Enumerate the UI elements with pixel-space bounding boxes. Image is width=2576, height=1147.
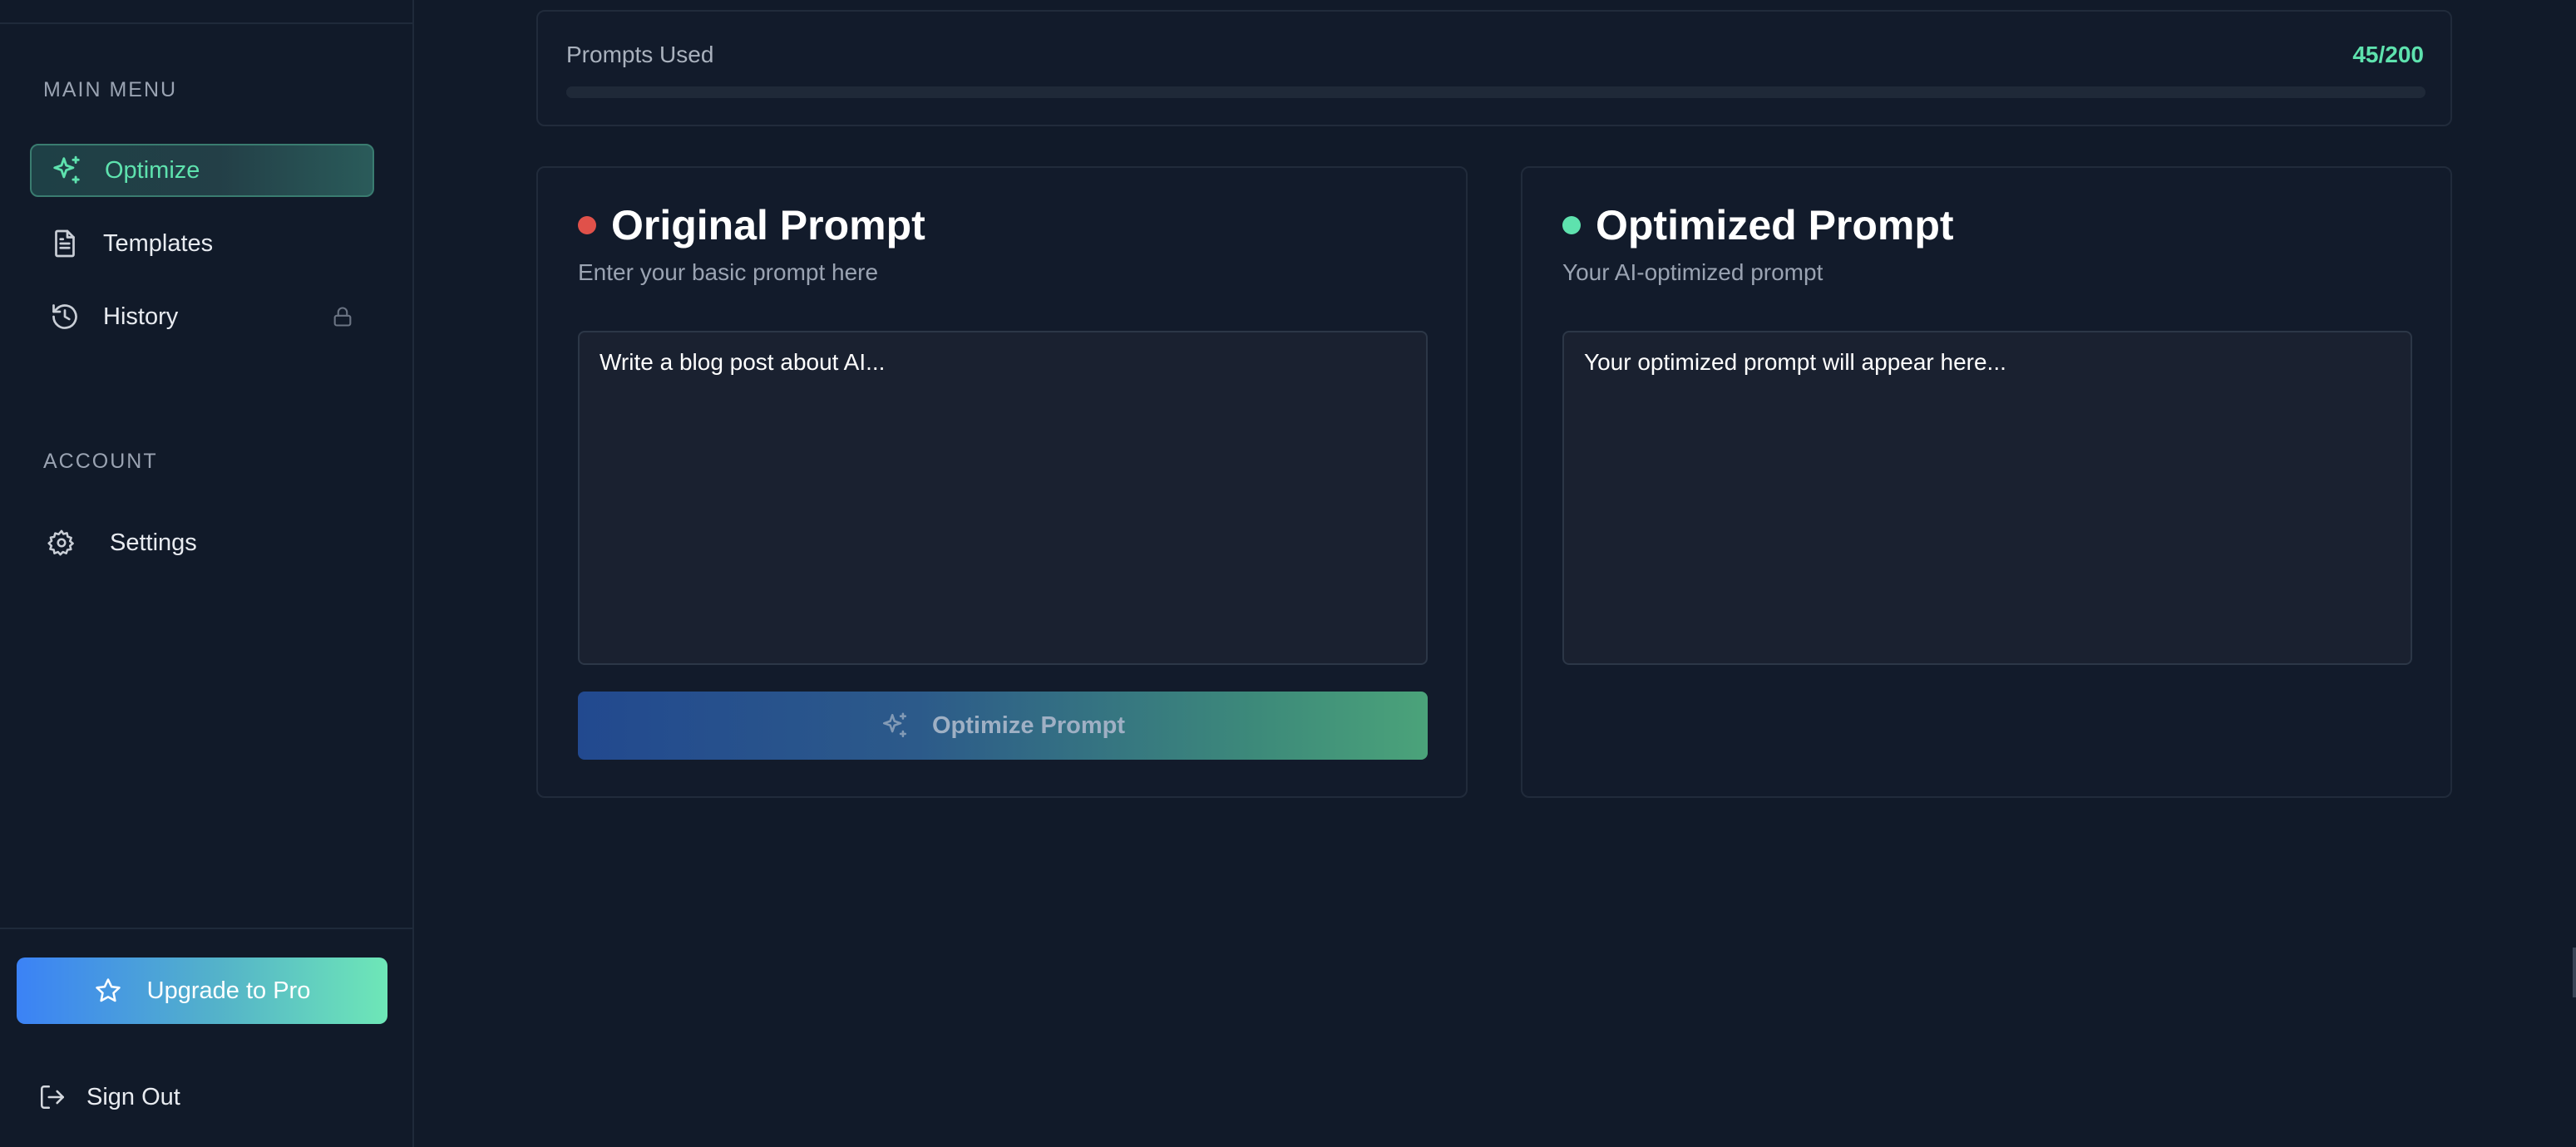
star-icon bbox=[94, 977, 122, 1005]
original-prompt-input[interactable] bbox=[578, 331, 1428, 665]
window-edge-scrollbar[interactable] bbox=[2573, 948, 2576, 997]
history-icon bbox=[48, 300, 81, 333]
original-prompt-subtitle: Enter your basic prompt here bbox=[578, 259, 879, 285]
optimized-prompt-panel: Optimized Prompt Your AI-optimized promp… bbox=[1521, 166, 2452, 798]
status-dot-green bbox=[1562, 216, 1581, 234]
sidebar-item-history[interactable]: History bbox=[30, 290, 374, 343]
sidebar: MAIN MENU Optimize Templates History ACC… bbox=[0, 0, 414, 1147]
main-menu-heading: MAIN MENU bbox=[43, 78, 178, 101]
sign-out-button[interactable]: Sign Out bbox=[38, 1079, 180, 1115]
sidebar-item-label: History bbox=[103, 303, 179, 330]
sidebar-top-divider bbox=[0, 22, 414, 24]
lock-icon bbox=[329, 303, 356, 330]
usage-label: Prompts Used bbox=[566, 42, 714, 67]
optimized-prompt-subtitle: Your AI-optimized prompt bbox=[1562, 259, 1823, 285]
upgrade-label: Upgrade to Pro bbox=[146, 977, 311, 1004]
sidebar-item-label: Optimize bbox=[105, 156, 200, 184]
optimized-prompt-output[interactable] bbox=[1562, 331, 2412, 665]
usage-progress-bar bbox=[566, 86, 2425, 98]
original-prompt-title: Original Prompt bbox=[611, 202, 925, 249]
optimized-prompt-header: Optimized Prompt bbox=[1562, 201, 1954, 249]
original-prompt-panel: Original Prompt Enter your basic prompt … bbox=[536, 166, 1468, 798]
sparkles-icon bbox=[881, 711, 909, 740]
sign-out-label: Sign Out bbox=[86, 1083, 180, 1110]
sidebar-item-label: Templates bbox=[103, 229, 214, 257]
gear-icon bbox=[45, 526, 78, 559]
optimized-prompt-title: Optimized Prompt bbox=[1596, 202, 1954, 249]
sparkles-icon bbox=[50, 154, 83, 187]
sign-out-icon bbox=[38, 1083, 67, 1111]
original-prompt-header: Original Prompt bbox=[578, 201, 925, 249]
status-dot-red bbox=[578, 216, 596, 234]
document-icon bbox=[48, 227, 81, 260]
sidebar-item-templates[interactable]: Templates bbox=[30, 217, 374, 270]
usage-count: 45/200 bbox=[2352, 42, 2424, 67]
upgrade-to-pro-button[interactable]: Upgrade to Pro bbox=[17, 957, 387, 1024]
sidebar-item-settings[interactable]: Settings bbox=[30, 516, 374, 569]
sidebar-item-optimize[interactable]: Optimize bbox=[30, 144, 374, 197]
sidebar-item-label: Settings bbox=[110, 529, 197, 556]
sidebar-bottom-divider bbox=[0, 928, 414, 929]
optimize-prompt-button[interactable]: Optimize Prompt bbox=[578, 692, 1428, 760]
optimize-prompt-label: Optimize Prompt bbox=[931, 711, 1125, 739]
account-heading: ACCOUNT bbox=[43, 450, 158, 473]
usage-card: Prompts Used 45/200 bbox=[536, 10, 2452, 126]
usage-progress-fill bbox=[566, 86, 985, 98]
